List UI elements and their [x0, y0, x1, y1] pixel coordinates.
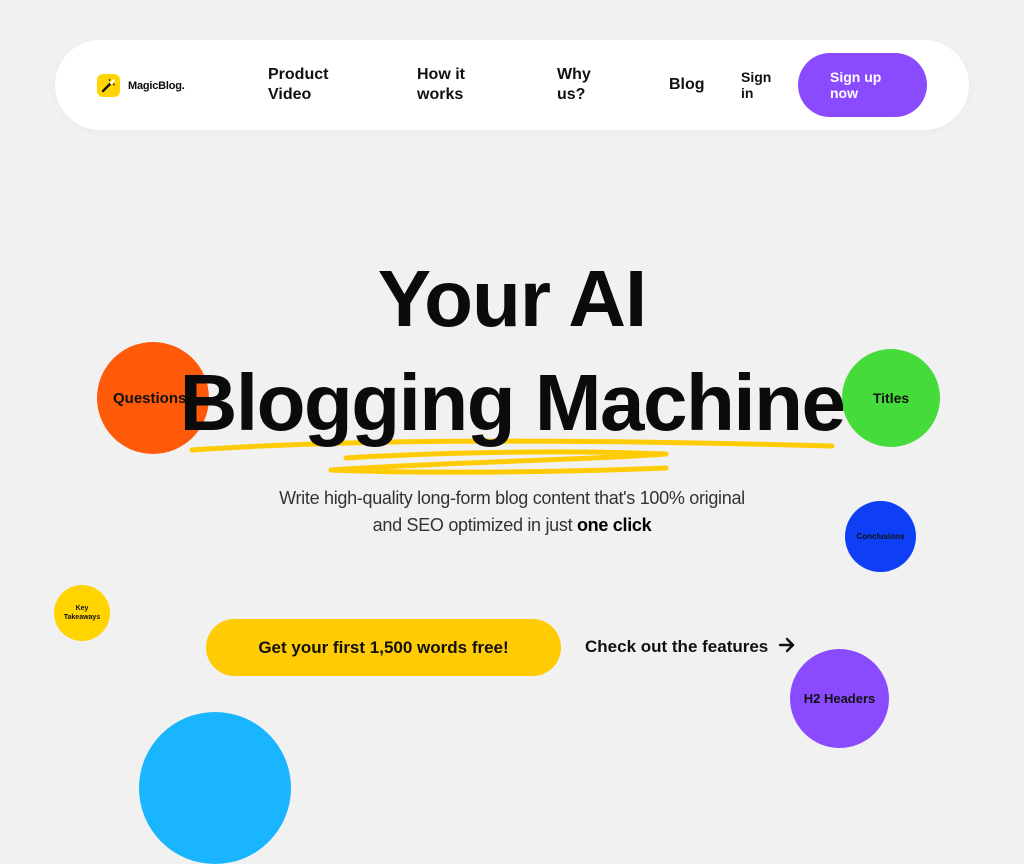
hero-subtitle-line1: Write high-quality long-form blog conten… [279, 488, 745, 508]
key-takeaways-bubble: Key Takeaways [54, 585, 110, 641]
navbar: MagicBlog. Product Video How it works Wh… [55, 40, 969, 130]
nav-link-product-video[interactable]: Product Video [268, 65, 358, 105]
hero-subtitle-line2: and SEO optimized in just [372, 515, 577, 535]
nav-link-blog[interactable]: Blog [669, 75, 705, 95]
key-takeaways-bubble-label: Key Takeaways [63, 605, 101, 621]
sign-up-label: Sign up now [830, 69, 882, 101]
get-free-words-button[interactable]: Get your first 1,500 words free! [206, 619, 561, 676]
check-features-label: Check out the features [585, 637, 769, 656]
nav-link-why-us[interactable]: Why us? [557, 65, 617, 105]
sign-in-link[interactable]: Sign in [741, 69, 781, 101]
hero-title-line1: Your AI [377, 254, 648, 343]
hero-subtitle-emphasis: one click [576, 515, 652, 535]
hero-title-line2: Blogging Machine [179, 358, 846, 447]
logo[interactable]: MagicBlog. [97, 74, 185, 97]
arrow-right-icon [778, 637, 796, 658]
get-free-words-label: Get your first 1,500 words free! [258, 637, 509, 657]
h2-headers-bubble-label: H2 Headers [803, 691, 876, 706]
h2-headers-bubble: H2 Headers [790, 649, 889, 748]
hero-subtitle: Write high-quality long-form blog conten… [0, 485, 1024, 539]
nav-link-how-it-works[interactable]: How it works [417, 65, 497, 105]
sign-up-button[interactable]: Sign up now [798, 53, 927, 117]
decorative-blue-bubble [139, 712, 291, 864]
check-features-link[interactable]: Check out the features [585, 634, 796, 660]
magic-wand-icon [97, 74, 120, 97]
logo-text: MagicBlog. [128, 79, 185, 92]
